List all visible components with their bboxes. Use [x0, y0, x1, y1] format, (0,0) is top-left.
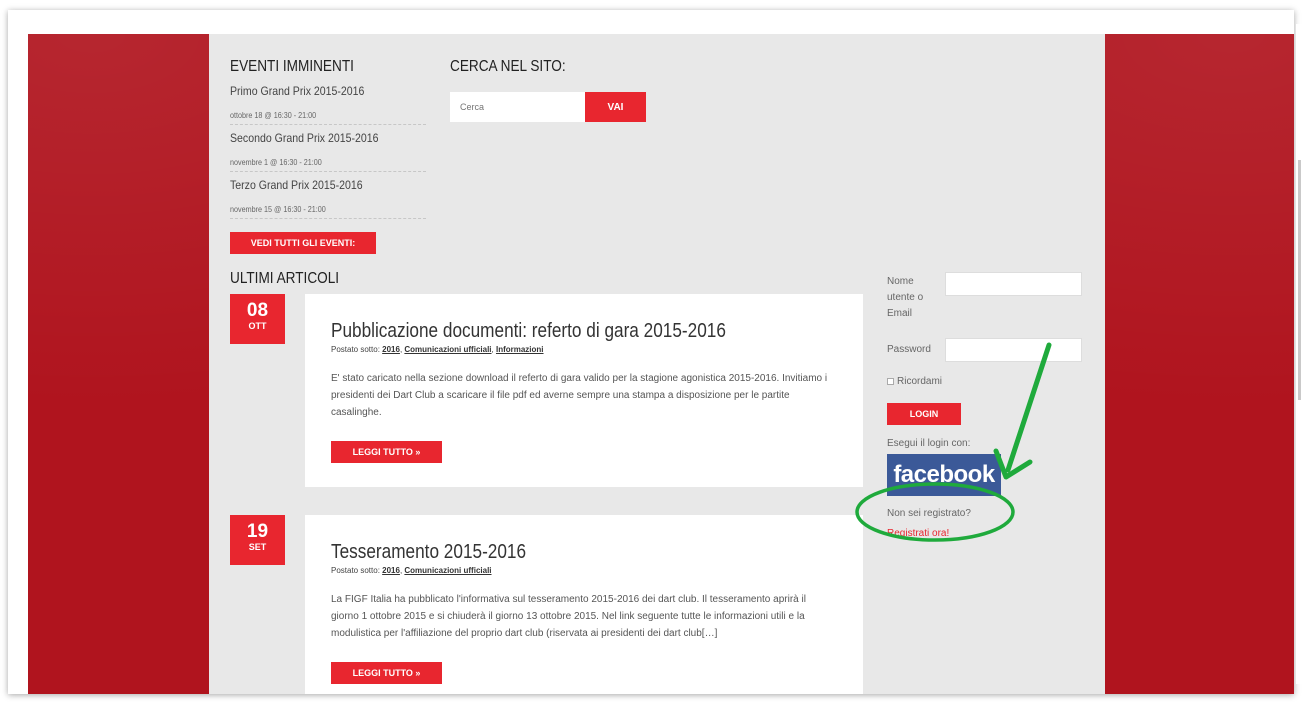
event-date: ottobre 18 @ 16:30 - 21:00: [230, 111, 317, 120]
category-link[interactable]: Informazioni: [496, 345, 544, 354]
article-day: 08: [246, 300, 269, 321]
article-title[interactable]: Tesseramento 2015-2016: [331, 541, 766, 564]
login-button[interactable]: LOGIN: [887, 403, 961, 425]
events-list: Primo Grand Prix 2015-2016 ottobre 18 @ …: [230, 84, 426, 225]
article-card: Pubblicazione documenti: referto di gara…: [305, 294, 863, 487]
password-field[interactable]: [945, 338, 1082, 362]
event-date: novembre 1 @ 16:30 - 21:00: [230, 158, 322, 167]
event-item[interactable]: Primo Grand Prix 2015-2016 ottobre 18 @ …: [230, 84, 426, 125]
category-link[interactable]: 2016: [382, 566, 400, 575]
event-title[interactable]: Secondo Grand Prix 2015-2016: [230, 131, 402, 145]
event-title[interactable]: Primo Grand Prix 2015-2016: [230, 84, 402, 98]
category-link[interactable]: 2016: [382, 345, 400, 354]
article-date-badge: 08 OTT: [230, 294, 285, 344]
article-excerpt: La FIGF Italia ha pubblicato l'informati…: [331, 594, 806, 639]
article-day: 19: [246, 521, 269, 542]
event-date: novembre 15 @ 16:30 - 21:00: [230, 205, 326, 214]
facebook-login-button[interactable]: facebook: [887, 454, 1001, 496]
register-link[interactable]: Registrati ora!: [887, 528, 949, 539]
browser-viewport: EVENTI IMMINENTI Primo Grand Prix 2015-2…: [8, 10, 1294, 694]
article-card: Tesseramento 2015-2016 Postato sotto: 20…: [305, 515, 863, 694]
remember-label: Ricordami: [897, 376, 943, 387]
password-label: Password: [887, 344, 931, 355]
scrollbar-thumb[interactable]: [1298, 160, 1301, 400]
article-meta: Postato sotto: 2016, Comunicazioni uffic…: [331, 345, 544, 354]
article-month: SET: [248, 542, 267, 552]
not-registered-text: Non sei registrato?: [887, 508, 971, 519]
article-excerpt: E' stato caricato nella sezione download…: [331, 373, 828, 418]
read-more-button[interactable]: LEGGI TUTTO »: [331, 441, 442, 463]
username-field[interactable]: [945, 272, 1082, 296]
remember-me[interactable]: Ricordami: [887, 376, 942, 387]
event-item[interactable]: Terzo Grand Prix 2015-2016 novembre 15 @…: [230, 178, 426, 219]
search-input[interactable]: [450, 92, 585, 122]
article-month: OTT: [248, 321, 267, 331]
article-date-badge: 19 SET: [230, 515, 285, 565]
articles-heading: ULTIMI ARTICOLI: [230, 270, 340, 287]
username-label: Nome utente o Email: [887, 276, 924, 319]
article-title[interactable]: Pubblicazione documenti: referto di gara…: [331, 320, 766, 343]
main-content: EVENTI IMMINENTI Primo Grand Prix 2015-2…: [209, 34, 1105, 694]
search-heading: CERCA NEL SITO:: [450, 58, 566, 75]
meta-prefix: Postato sotto:: [331, 345, 383, 354]
event-item[interactable]: Secondo Grand Prix 2015-2016 novembre 1 …: [230, 131, 426, 172]
remember-checkbox[interactable]: [887, 378, 894, 385]
events-heading: EVENTI IMMINENTI: [230, 58, 354, 75]
site-background: EVENTI IMMINENTI Primo Grand Prix 2015-2…: [28, 34, 1294, 694]
event-title[interactable]: Terzo Grand Prix 2015-2016: [230, 178, 402, 192]
social-login-label: Esegui il login con:: [887, 438, 971, 449]
category-link[interactable]: Comunicazioni ufficiali: [404, 345, 491, 354]
search-button[interactable]: VAI: [585, 92, 646, 122]
meta-prefix: Postato sotto:: [331, 566, 383, 575]
article-meta: Postato sotto: 2016, Comunicazioni uffic…: [331, 566, 492, 575]
read-more-button[interactable]: LEGGI TUTTO »: [331, 662, 442, 684]
category-link[interactable]: Comunicazioni ufficiali: [404, 566, 491, 575]
view-all-events-button[interactable]: VEDI TUTTI GLI EVENTI:: [230, 232, 376, 254]
